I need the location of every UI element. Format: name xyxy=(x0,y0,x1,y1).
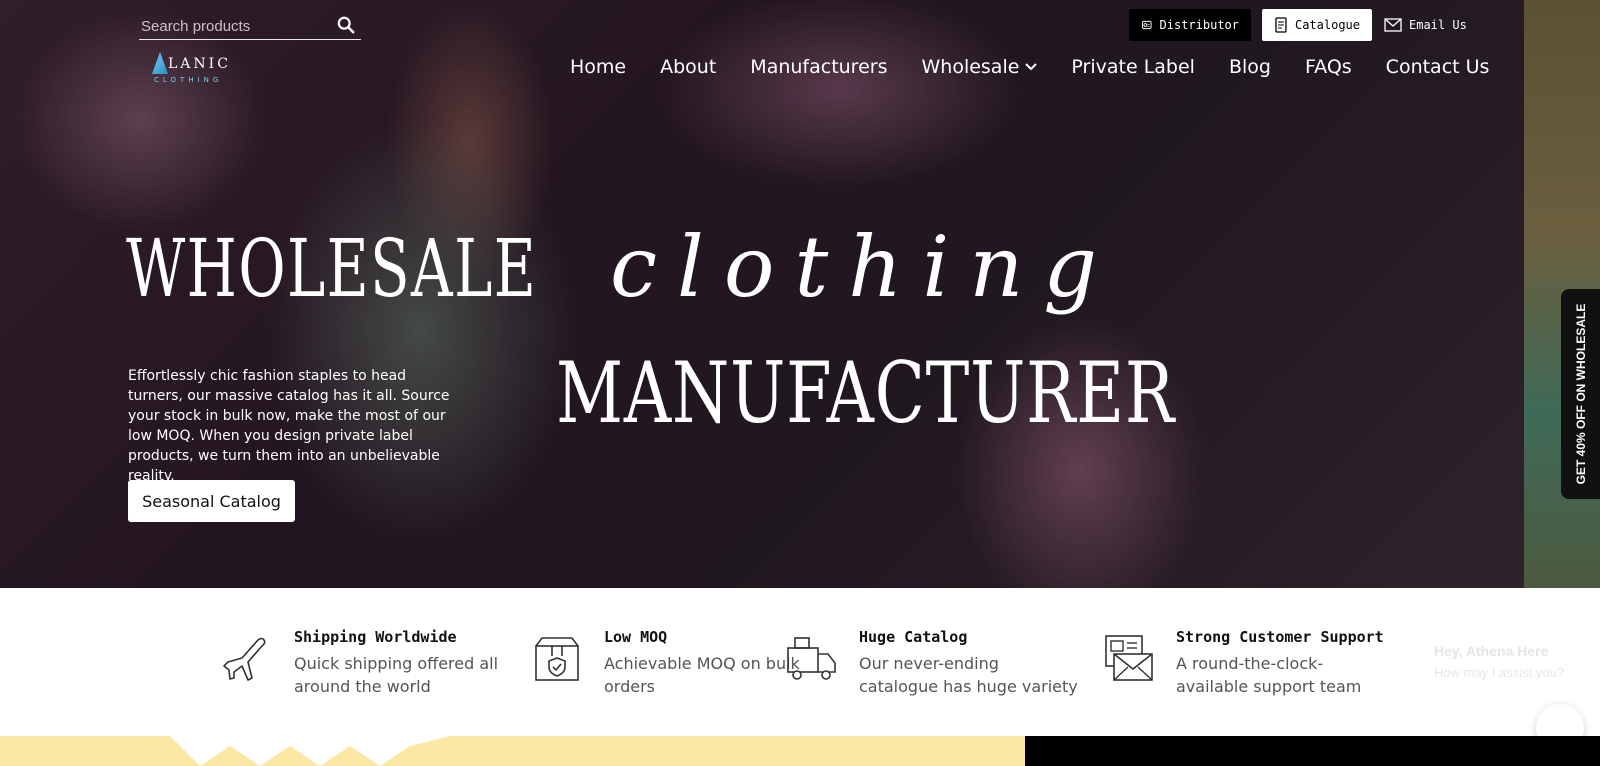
bottom-section-yellow xyxy=(0,736,1025,766)
main-nav: Home About Manufacturers Wholesale Priva… xyxy=(570,56,1489,78)
feature-title: Low MOQ xyxy=(604,628,668,646)
distributor-button[interactable]: Distributor xyxy=(1129,9,1251,41)
catalogue-label: Catalogue xyxy=(1294,18,1360,32)
nav-faqs[interactable]: FAQs xyxy=(1305,56,1352,78)
nav-about[interactable]: About xyxy=(660,56,716,78)
brand-logo[interactable]: LANIC CLOTHING xyxy=(152,52,242,88)
chat-prompt: How may I assist you? xyxy=(1434,665,1565,680)
nav-contact-us[interactable]: Contact Us xyxy=(1386,56,1490,78)
distributor-icon xyxy=(1141,20,1152,30)
nav-home[interactable]: Home xyxy=(570,56,626,78)
feature-desc: A round-the-clock- available support tea… xyxy=(1176,654,1362,696)
nav-manufacturers[interactable]: Manufacturers xyxy=(750,56,887,78)
logo-mark xyxy=(152,52,168,74)
logo-name: LANIC xyxy=(168,56,231,72)
feature-desc: Our never-ending catalogue has huge vari… xyxy=(859,654,1078,696)
hero-heading-wholesale: WHOLESALE xyxy=(126,222,538,315)
delivery-truck-icon xyxy=(787,637,836,680)
feature-title: Strong Customer Support xyxy=(1176,628,1384,646)
distributor-label: Distributor xyxy=(1159,18,1239,32)
box-shield-icon xyxy=(535,637,579,681)
mail-icon xyxy=(1384,18,1402,32)
feature-title: Shipping Worldwide xyxy=(294,628,457,646)
bottom-section-black xyxy=(1025,736,1600,766)
nav-wholesale[interactable]: Wholesale xyxy=(921,56,1038,78)
seasonal-catalog-button[interactable]: Seasonal Catalog xyxy=(128,480,295,522)
chat-greeting: Hey, Athena Here xyxy=(1434,643,1549,659)
hero-intro-text: Effortlessly chic fashion staples to hea… xyxy=(128,368,450,484)
catalogue-icon xyxy=(1275,17,1287,33)
nav-blog[interactable]: Blog xyxy=(1229,56,1271,78)
discount-side-tab-label: GET 40% OFF ON WHOLESALE xyxy=(1573,303,1588,485)
search-input[interactable] xyxy=(139,14,333,38)
features-strip: Shipping Worldwide Quick shipping offere… xyxy=(0,588,1600,736)
search-icon[interactable] xyxy=(337,16,355,34)
email-us-button[interactable]: Email Us xyxy=(1380,9,1480,41)
feature-title: Huge Catalog xyxy=(859,628,968,646)
hero-heading-clothing: clothing xyxy=(610,218,1118,316)
wave-decoration xyxy=(170,736,450,766)
airplane-icon xyxy=(223,637,266,681)
catalogue-button[interactable]: Catalogue xyxy=(1262,9,1372,41)
search-bar xyxy=(139,12,361,40)
logo-tagline: CLOTHING xyxy=(154,76,223,84)
nav-private-label[interactable]: Private Label xyxy=(1071,56,1195,78)
chat-greeting-bubble[interactable]: Hey, Athena Here How may I assist you? xyxy=(1434,643,1564,680)
feature-desc: Quick shipping offered all around the wo… xyxy=(294,654,499,696)
chevron-down-icon xyxy=(1025,63,1038,71)
nav-wholesale-label: Wholesale xyxy=(921,56,1020,78)
envelope-support-icon xyxy=(1105,635,1153,681)
hero-heading-manufacturer: MANUFACTURER xyxy=(556,344,1175,442)
discount-side-tab[interactable]: GET 40% OFF ON WHOLESALE xyxy=(1561,289,1600,499)
email-us-label: Email Us xyxy=(1409,18,1467,32)
